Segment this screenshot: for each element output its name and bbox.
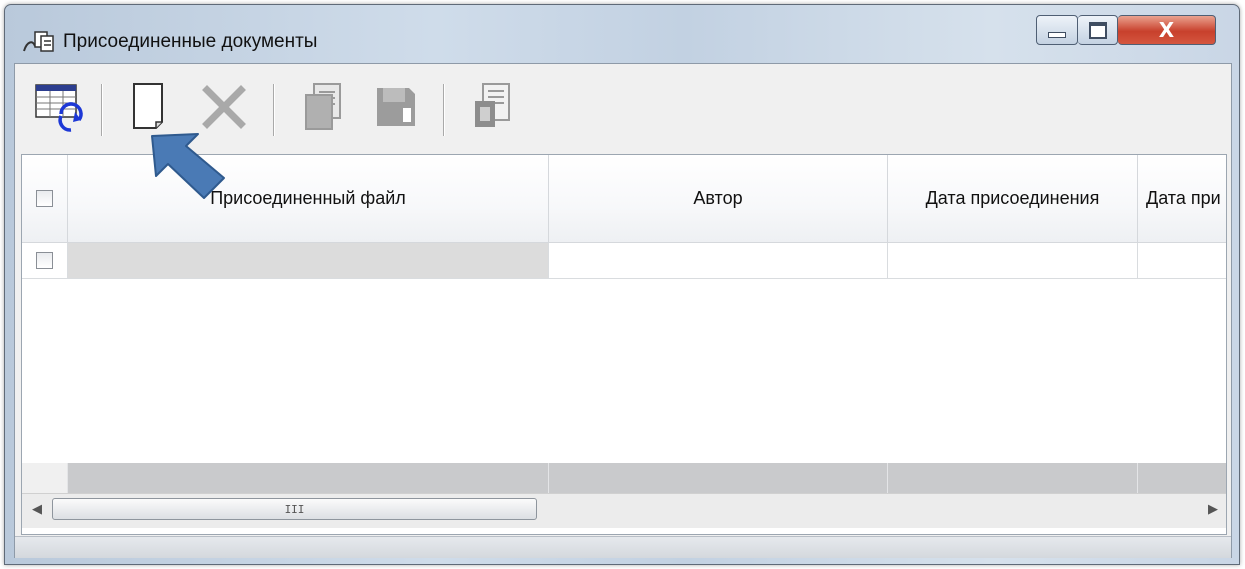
row-checkbox[interactable] xyxy=(36,252,53,269)
maximize-button[interactable] xyxy=(1078,15,1118,45)
scroll-right-icon[interactable]: ▶ xyxy=(1208,502,1218,517)
close-icon: X xyxy=(1158,18,1175,42)
footer-cell xyxy=(68,463,549,493)
attached-documents-window: Присоединенные документы X Присоединенны… xyxy=(4,4,1240,565)
delete-icon xyxy=(199,84,249,134)
table-cell-date-attached[interactable] xyxy=(888,243,1138,279)
toolbar-separator xyxy=(443,84,445,136)
table-cell-date-other[interactable] xyxy=(1138,243,1226,279)
copy-document-button[interactable] xyxy=(293,78,355,140)
maximize-icon xyxy=(1088,21,1107,39)
refresh-button[interactable] xyxy=(29,78,91,140)
blue-arrow-icon xyxy=(138,128,228,200)
scroll-thumb[interactable]: III xyxy=(52,498,537,520)
footer-cell xyxy=(549,463,888,493)
toolbar-separator xyxy=(273,84,275,136)
attach-document-button[interactable] xyxy=(461,78,523,140)
footer-row-selector xyxy=(22,463,68,493)
column-header-date-other[interactable]: Дата при xyxy=(1138,155,1226,243)
close-button[interactable]: X xyxy=(1118,15,1216,45)
table-row-selector xyxy=(22,243,68,279)
title-bar[interactable]: Присоединенные документы X xyxy=(5,5,1239,63)
column-header-author[interactable]: Автор xyxy=(549,155,888,243)
select-all-checkbox[interactable] xyxy=(36,190,53,207)
column-header-label: Дата при xyxy=(1146,188,1221,208)
save-icon xyxy=(373,84,419,134)
footer-cell xyxy=(888,463,1138,493)
table-cell-file[interactable] xyxy=(68,243,549,279)
select-all-header xyxy=(22,155,68,243)
column-header-label: Дата присоединения xyxy=(925,188,1100,208)
save-button[interactable] xyxy=(365,78,427,140)
column-header-date-attached[interactable]: Дата присоединения xyxy=(888,155,1138,243)
table-cell-author[interactable] xyxy=(549,243,888,279)
column-header-label: Автор xyxy=(693,188,743,208)
copy-document-icon xyxy=(301,81,347,137)
attachments-grid: Присоединенный файл Автор Дата присоедин… xyxy=(21,154,1227,535)
attach-document-icon xyxy=(469,81,515,137)
column-header-label: Присоединенный файл xyxy=(210,188,406,208)
refresh-grid-icon xyxy=(33,82,87,136)
scroll-thumb-grip: III xyxy=(284,502,305,516)
horizontal-scrollbar[interactable]: ◀ III ▶ xyxy=(22,493,1226,528)
minimize-icon xyxy=(1048,32,1066,38)
window-title: Присоединенные документы xyxy=(63,31,318,52)
scroll-left-icon[interactable]: ◀ xyxy=(32,502,42,517)
status-bar xyxy=(15,536,1231,558)
minimize-button[interactable] xyxy=(1036,15,1078,45)
toolbar-separator xyxy=(101,84,103,136)
footer-cell xyxy=(1138,463,1226,493)
app-icon xyxy=(21,27,61,57)
